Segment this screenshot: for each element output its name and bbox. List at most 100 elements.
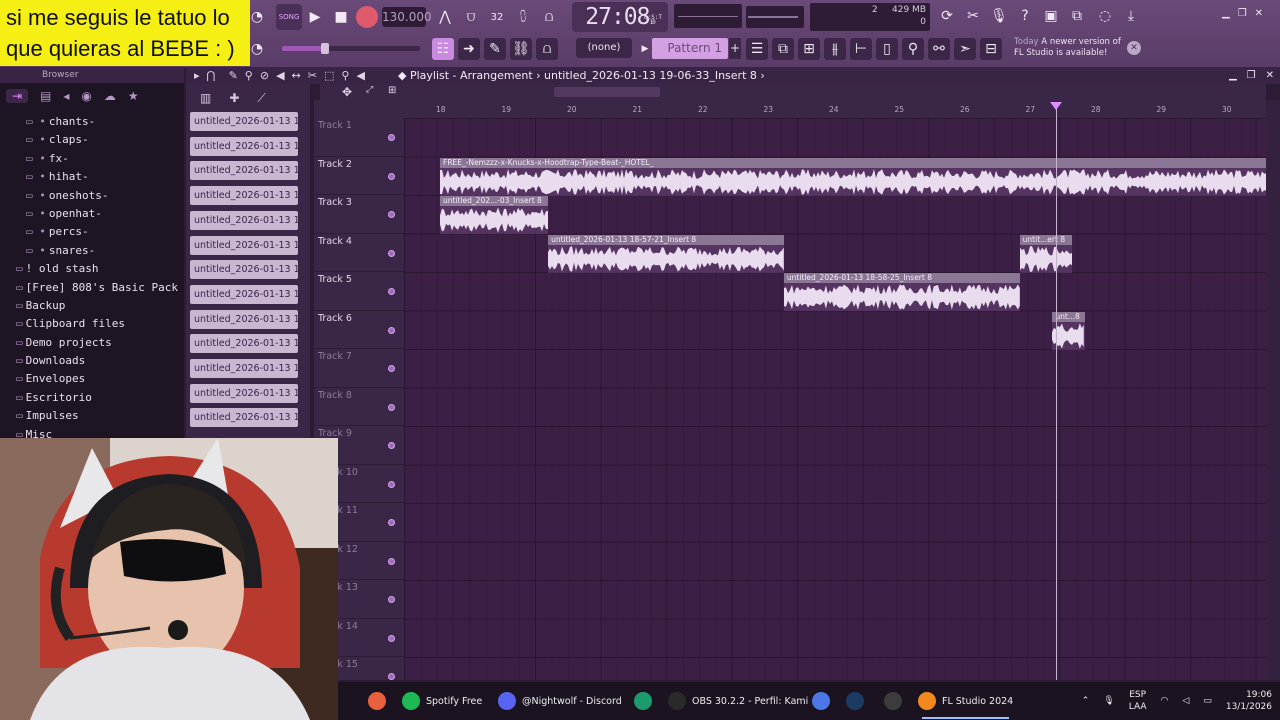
step-edit-icon[interactable]: ⩇	[512, 6, 534, 28]
microphone-icon[interactable]: 🎙	[988, 5, 1010, 27]
playlist-icon[interactable]: ☷	[432, 38, 454, 60]
cut-icon[interactable]: ✂	[962, 5, 984, 27]
cart-icon[interactable]: ⊟	[980, 38, 1002, 60]
stop-button[interactable]: ■	[330, 6, 352, 28]
picker-automation-icon[interactable]: ⟋	[257, 91, 265, 106]
close-icon[interactable]: ✕	[1255, 8, 1263, 22]
browser-item[interactable]: ▭ • oneshots-	[0, 187, 184, 205]
taskbar-app-box[interactable]	[884, 682, 902, 720]
taskbar-obs[interactable]: OBS 30.2.2 - Perfil: Kami	[668, 682, 808, 720]
play-button[interactable]: ▶	[304, 6, 326, 28]
picker-pattern-icon[interactable]: ▥	[200, 91, 211, 105]
taskbar-app-green[interactable]	[634, 682, 652, 720]
playback-icon[interactable]: ◀	[356, 68, 364, 84]
track-mute-dot[interactable]	[388, 249, 395, 257]
track-mute-dot[interactable]	[388, 365, 395, 372]
song-position-display[interactable]: 27:08 B:S:T 10	[572, 2, 668, 32]
scroll-thumb[interactable]	[554, 87, 660, 97]
plugin-db-icon[interactable]: ◂	[63, 89, 69, 103]
browser-item[interactable]: ▭ • openhat-	[0, 205, 184, 223]
all-files-icon[interactable]: ⇥	[6, 89, 28, 103]
taskbar-spotify[interactable]: Spotify Free	[402, 682, 482, 720]
track-mute-dot[interactable]	[388, 557, 395, 565]
channel-rack-icon[interactable]: ☰	[746, 38, 768, 60]
audio-clip[interactable]: unt...8	[1052, 311, 1086, 350]
sounds-icon[interactable]: ◉	[81, 89, 91, 103]
slice-icon[interactable]: ✂	[308, 68, 317, 84]
browser-item[interactable]: ▭ Downloads	[0, 352, 184, 370]
link-icon[interactable]: ⛓	[510, 38, 532, 60]
browser-item[interactable]: ▭ Impulses	[0, 407, 184, 425]
mixer-icon[interactable]: ⧉	[1066, 5, 1088, 27]
magnet-icon[interactable]: ⋂	[207, 68, 216, 84]
picker-clip[interactable]: untitled_2026-01-13 19-	[190, 186, 298, 206]
track-mute-dot[interactable]	[388, 480, 395, 488]
stamp-icon[interactable]: ⩍	[536, 38, 558, 60]
track-mute-dot[interactable]	[388, 172, 395, 180]
browser-item[interactable]: ▭ • snares-	[0, 242, 184, 260]
track-mute-dot[interactable]	[388, 326, 395, 334]
picker-audio-icon[interactable]: ✚	[229, 91, 239, 105]
main-pitch-slider[interactable]	[282, 46, 420, 51]
track-header[interactable]: Track 2	[314, 157, 404, 195]
piano-roll-icon[interactable]: ⧉	[772, 38, 794, 60]
audio-clip[interactable]: untitled_202...-03_Insert 8	[440, 196, 549, 234]
picker-clip[interactable]: untitled_2026-01-13 19-	[190, 161, 298, 181]
browser-item[interactable]: ▭ • claps-	[0, 131, 184, 149]
track-mute-dot[interactable]	[388, 134, 395, 141]
picker-clip[interactable]: untitled_2026-01-13 19-	[190, 309, 298, 329]
picker-clip[interactable]: untitled_2026-01-13 19-	[190, 260, 298, 280]
browser-item[interactable]: ▭ Envelopes	[0, 370, 184, 388]
taskbar-fl-studio[interactable]: FL Studio 2024	[918, 682, 1013, 720]
track-mute-dot[interactable]	[388, 403, 395, 411]
multi-arrow-icon[interactable]: ✥	[342, 85, 352, 99]
cloud-icon[interactable]: ☁	[104, 89, 116, 103]
plug-icon[interactable]: ⚲	[902, 38, 924, 60]
battery-icon[interactable]: ▭	[1203, 696, 1212, 706]
metronome-icon[interactable]: ⋀	[434, 6, 456, 28]
slider-handle[interactable]	[321, 43, 329, 54]
chat-icon[interactable]: ◌	[1094, 5, 1116, 27]
browser-item[interactable]: ▭ [Free] 808's Basic Pack	[0, 279, 184, 297]
loop-record-icon[interactable]: ⩍	[538, 6, 560, 28]
tree-icon[interactable]: ⊢	[850, 38, 872, 60]
chevron-up-icon[interactable]: ⌃	[1082, 696, 1090, 706]
browser-item[interactable]: ▭ • percs-	[0, 223, 184, 241]
browser-item[interactable]: ▭ Clipboard files	[0, 315, 184, 333]
restore-icon[interactable]: ❐	[1238, 8, 1247, 22]
track-mute-dot[interactable]	[388, 634, 395, 642]
zoom-icon[interactable]: ⚲	[341, 68, 349, 84]
browser-item[interactable]: ▭ • hihat-	[0, 168, 184, 186]
playlist-grid[interactable]: FREE_-Nemzzz-x-Knucks-x-Hoodtrap-Type-Be…	[404, 118, 1266, 680]
track-mute-dot[interactable]	[388, 519, 395, 526]
draw-icon[interactable]: ✎	[229, 68, 238, 84]
faders-icon[interactable]: ⫵	[824, 38, 846, 60]
playhead-marker[interactable]	[1049, 102, 1062, 110]
browser-item[interactable]: ▭! old stash	[0, 260, 184, 278]
clock[interactable]: 19:06 13/1/2026	[1226, 689, 1272, 713]
picker-clip[interactable]: untitled_2026-01-13 19-	[190, 408, 298, 428]
picker-clip[interactable]: untitled_2026-01-13 19-	[190, 235, 298, 255]
browser-item[interactable]: ▭ • fx-	[0, 150, 184, 168]
wait-for-input-icon[interactable]: ⩌	[460, 6, 482, 28]
track-mute-dot[interactable]	[388, 442, 395, 449]
help-icon[interactable]: ?	[1014, 5, 1036, 27]
update-notice[interactable]: Today A newer version of FL Studio is av…	[1014, 37, 1126, 63]
wifi-icon[interactable]: ◠	[1161, 696, 1169, 706]
wand-icon[interactable]: ⚯	[928, 38, 950, 60]
track-header[interactable]: Track 3	[314, 195, 404, 234]
play-arrow-icon[interactable]: ▸	[194, 68, 200, 84]
track-header[interactable]: Track 6	[314, 311, 404, 349]
master-pitch-slider[interactable]	[746, 6, 804, 28]
picker-clip[interactable]: untitled_2026-01-13 19-	[190, 334, 298, 354]
split-icon[interactable]: ⊞	[388, 85, 396, 96]
tempo-display[interactable]: 130.000	[382, 7, 432, 27]
taskbar-firefox[interactable]	[368, 682, 386, 720]
picker-clip[interactable]: untitled_2026-01-13 19-	[190, 359, 298, 378]
browser-item[interactable]: ▭ Backup	[0, 297, 184, 315]
picker-clip[interactable]: untitled_2026-01-13 19-	[190, 112, 298, 131]
browser-item[interactable]: ▭ Escritorio	[0, 389, 184, 407]
audio-clip[interactable]: FREE_-Nemzzz-x-Knucks-x-Hoodtrap-Type-Be…	[440, 157, 1266, 196]
track-mute-dot[interactable]	[388, 673, 395, 680]
add-pattern-button[interactable]: +	[729, 38, 741, 59]
